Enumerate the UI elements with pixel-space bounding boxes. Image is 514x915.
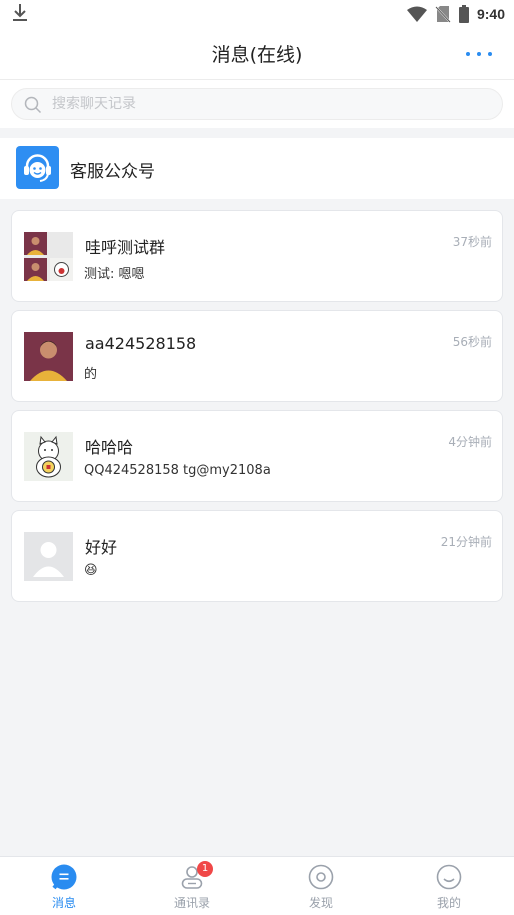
- app-header: 消息(在线): [0, 28, 514, 80]
- group-avatar: [24, 232, 73, 281]
- battery-icon: [458, 5, 469, 23]
- page-title: 消息(在线): [211, 44, 303, 66]
- search-icon: [24, 96, 42, 114]
- nav-label: 通讯录: [173, 896, 210, 910]
- status-time: 9:40: [476, 6, 505, 22]
- chat-preview-emoji: 😆: [84, 563, 98, 578]
- chat-time: 21分钟前: [440, 535, 492, 549]
- nav-label: 发现: [308, 896, 333, 910]
- search-box[interactable]: [11, 88, 503, 120]
- chat-preview: QQ424528158 tg@my2108a: [84, 463, 271, 478]
- bottom-nav: 消息 1 通讯录 发现 我的: [0, 856, 514, 915]
- profile-icon: [436, 864, 462, 890]
- service-account-label: 客服公众号: [70, 162, 155, 182]
- chat-name: 好好: [85, 538, 118, 557]
- chat-time: 4分钟前: [448, 435, 492, 449]
- contacts-badge: 1: [197, 861, 213, 877]
- chat-preview: 测试: 嗯嗯: [84, 267, 145, 282]
- nav-tab-contacts[interactable]: 1 通讯录: [128, 857, 256, 915]
- chat-time: 37秒前: [452, 235, 492, 249]
- wifi-icon: [406, 6, 427, 22]
- search-input[interactable]: [52, 92, 472, 116]
- chat-item[interactable]: 哇呼测试群 测试: 嗯嗯 37秒前: [11, 210, 503, 302]
- chat-item[interactable]: aa424528158 的 56秒前: [11, 310, 503, 402]
- chat-name: 哇呼测试群: [85, 238, 166, 257]
- search-bar: [0, 80, 514, 128]
- nav-label: 消息: [51, 896, 76, 910]
- nav-label: 我的: [436, 896, 461, 910]
- nav-tab-discover[interactable]: 发现: [257, 857, 385, 915]
- chat-preview: 的: [84, 367, 98, 382]
- chat-name: aa424528158: [85, 334, 197, 353]
- service-account-row[interactable]: 客服公众号: [0, 138, 514, 199]
- default-avatar: [24, 532, 73, 581]
- nav-tab-messages[interactable]: 消息: [0, 857, 128, 915]
- chat-item[interactable]: 好好 😆 21分钟前: [11, 510, 503, 602]
- lucky-cat-avatar: [24, 432, 73, 481]
- person-avatar: [24, 332, 73, 381]
- chat-item[interactable]: 哈哈哈 QQ424528158 tg@my2108a 4分钟前: [11, 410, 503, 502]
- status-bar: 9:40: [0, 0, 514, 28]
- more-dots-icon[interactable]: [466, 42, 492, 66]
- discover-icon: [308, 864, 334, 890]
- chat-time: 56秒前: [452, 335, 492, 349]
- chat-name: 哈哈哈: [85, 438, 134, 457]
- headset-icon: [16, 146, 59, 189]
- nav-tab-profile[interactable]: 我的: [385, 857, 513, 915]
- message-icon: [51, 864, 77, 890]
- download-icon: [13, 4, 27, 21]
- no-sim-icon: [435, 6, 451, 23]
